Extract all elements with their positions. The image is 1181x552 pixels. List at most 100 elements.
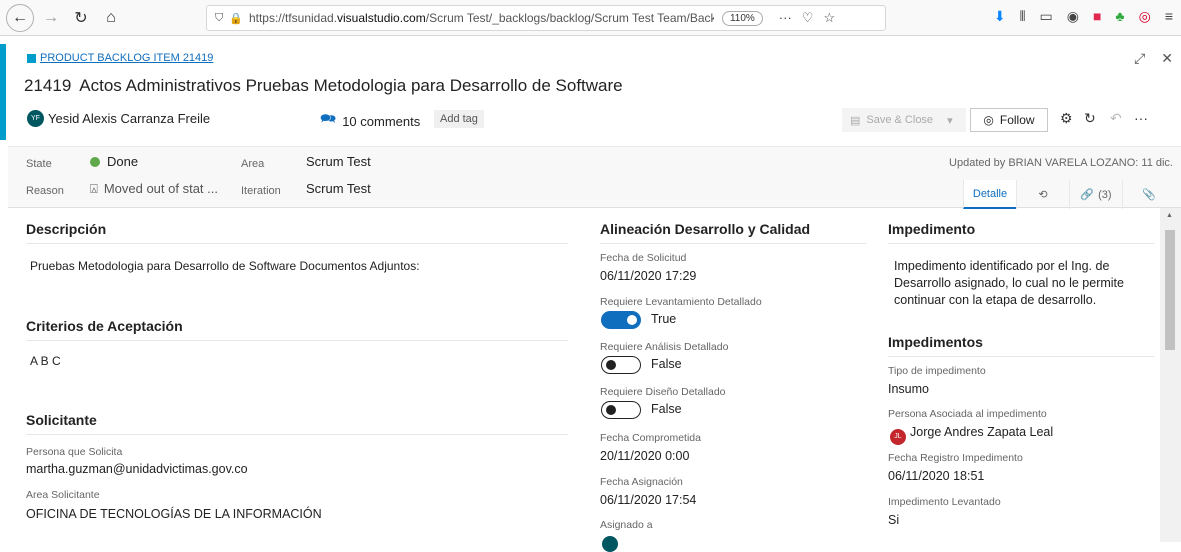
chevron-down-icon[interactable]: ▾ — [947, 114, 953, 127]
comments-link[interactable]: 🗪 10 comments — [320, 110, 420, 132]
work-item-color-bar — [0, 44, 6, 140]
requester-person-label: Persona que Solicita — [26, 446, 123, 458]
refresh-icon[interactable]: ↻ — [1084, 110, 1096, 127]
req-diseno-value: False — [651, 402, 682, 416]
iteration-label: Iteration — [241, 185, 281, 197]
extension-green-icon[interactable]: ♣ — [1115, 8, 1124, 25]
save-close-button[interactable]: ▤ Save & Close ▾ — [842, 108, 966, 132]
shield-icon[interactable]: ⛉ — [215, 12, 223, 25]
done-dot-icon — [90, 157, 100, 167]
iteration-field[interactable]: Scrum Test — [306, 181, 371, 196]
account-icon[interactable]: ◉ — [1067, 8, 1079, 25]
paperclip-icon: 📎 — [1142, 189, 1156, 201]
committed-date-label: Fecha Comprometida — [600, 432, 701, 444]
vertical-scrollbar[interactable]: ▲ — [1160, 208, 1181, 542]
scrollbar-thumb[interactable] — [1165, 230, 1175, 350]
impediment-heading: Impedimento — [888, 221, 1154, 244]
req-analisis-label: Requiere Análisis Detallado — [600, 341, 729, 353]
committed-date-field[interactable]: 20/11/2020 0:00 — [600, 449, 689, 463]
requester-area-label: Area Solicitante — [26, 489, 100, 501]
impediment-lifted-field[interactable]: Si — [888, 513, 899, 527]
menu-icon[interactable]: ≡ — [1165, 8, 1173, 25]
library-icon[interactable]: ⫴ — [1020, 8, 1026, 25]
tab-history[interactable]: ⟲ — [1016, 180, 1069, 209]
assigned-avatar — [602, 536, 618, 552]
bookmark-star-icon[interactable]: ☆ — [823, 10, 835, 26]
work-item-title[interactable]: 21419 Actos Administrativos Pruebas Metod… — [24, 76, 623, 96]
extension-pink-icon[interactable]: ■ — [1093, 8, 1101, 25]
description-heading: Descripción — [26, 221, 568, 244]
url-text[interactable]: https://tfsunidad.visualstudio.com/Scrum… — [249, 11, 714, 25]
eye-icon: ◎ — [983, 113, 994, 127]
comment-icon: 🗪 — [320, 111, 337, 126]
assigned-to-label: Asignado a — [600, 519, 653, 531]
impediment-person-label: Persona Asociada al impedimento — [888, 408, 1047, 420]
state-label: State — [26, 158, 52, 170]
home-icon[interactable]: ⌂ — [98, 5, 124, 31]
requester-heading: Solicitante — [26, 412, 568, 435]
lock-icon[interactable]: 🔒 — [229, 12, 243, 25]
avatar: JL — [890, 428, 906, 445]
request-date-field[interactable]: 06/11/2020 17:29 — [600, 269, 696, 283]
reason-label: Reason — [26, 185, 64, 197]
req-levantamiento-value: True — [651, 312, 677, 326]
pocket-icon[interactable]: ♡ — [802, 10, 814, 26]
state-bar: State Done Reason ⍓ Moved out of stat ...… — [8, 146, 1181, 209]
extension-red-icon[interactable]: ◎ — [1139, 8, 1151, 25]
zoom-badge[interactable]: 110% — [721, 10, 763, 26]
criteria-heading: Criterios de Aceptación — [26, 318, 568, 341]
impediments-heading: Impedimentos — [888, 334, 1154, 357]
impediment-type-label: Tipo de impedimento — [888, 365, 986, 377]
add-tag-button[interactable]: Add tag — [434, 110, 484, 128]
req-levantamiento-label: Requiere Levantamiento Detallado — [600, 296, 762, 308]
impediment-type-field[interactable]: Insumo — [888, 382, 929, 396]
assigned-to-field[interactable]: YF Yesid Alexis Carranza Freile — [27, 110, 210, 127]
state-field[interactable]: Done — [90, 154, 138, 169]
reload-button[interactable]: ↻ — [68, 5, 94, 31]
scroll-up-icon[interactable]: ▲ — [1166, 212, 1173, 219]
tab-detalle[interactable]: Detalle — [963, 180, 1016, 209]
download-icon[interactable]: ⬇ — [994, 8, 1006, 25]
undo-icon[interactable]: ↶ — [1110, 110, 1122, 127]
follow-button[interactable]: ◎ Follow — [970, 108, 1048, 132]
impediment-person-field[interactable]: JL Jorge Andres Zapata Leal — [890, 425, 1053, 445]
request-date-label: Fecha de Solicitud — [600, 252, 687, 264]
description-field[interactable]: Pruebas Metodologia para Desarrollo de S… — [30, 258, 570, 275]
area-field[interactable]: Scrum Test — [306, 154, 371, 169]
browser-toolbar: ← → ↻ ⌂ ⛉ 🔒 https://tfsunidad.visualstud… — [0, 0, 1181, 36]
req-analisis-value: False — [651, 357, 682, 371]
history-icon: ⟲ — [1038, 189, 1048, 201]
criteria-field[interactable]: A B C — [30, 353, 61, 370]
req-diseno-toggle[interactable] — [601, 401, 641, 419]
lock-outline-icon: ⍓ — [90, 181, 98, 196]
alignment-heading: Alineación Desarrollo y Calidad — [600, 221, 866, 244]
tab-attachments[interactable]: 📎 — [1122, 180, 1175, 209]
assign-date-field[interactable]: 06/11/2020 17:54 — [600, 493, 696, 507]
back-button[interactable]: ← — [6, 3, 34, 32]
work-item-type-link[interactable]: PRODUCT BACKLOG ITEM 21419 — [27, 52, 213, 64]
assign-date-label: Fecha Asignación — [600, 476, 683, 488]
more-actions-icon[interactable]: ··· — [1134, 110, 1148, 126]
forward-button[interactable]: → — [38, 5, 64, 31]
area-label: Area — [241, 158, 265, 170]
backlog-item-icon — [27, 53, 36, 63]
url-bar[interactable]: ⛉ 🔒 https://tfsunidad.visualstudio.com/S… — [206, 5, 886, 31]
link-icon: 🔗 — [1080, 189, 1095, 201]
requester-area-field[interactable]: OFICINA DE TECNOLOGÍAS DE LA INFORMACIÓN — [26, 507, 322, 521]
impediment-field[interactable]: Impedimento identificado por el Ing. de … — [894, 258, 1156, 309]
reason-field[interactable]: ⍓ Moved out of stat ... — [90, 181, 218, 197]
req-levantamiento-toggle[interactable] — [601, 311, 641, 329]
gear-icon[interactable]: ⚙ — [1060, 110, 1073, 127]
avatar: YF — [27, 110, 44, 127]
save-icon: ▤ — [850, 114, 861, 127]
close-icon[interactable]: ✕ — [1161, 50, 1173, 67]
tab-links[interactable]: 🔗 (3) — [1069, 180, 1122, 209]
requester-person-field[interactable]: martha.guzman@unidadvictimas.gov.co — [26, 462, 248, 476]
req-analisis-toggle[interactable] — [601, 356, 641, 374]
sidebar-icon[interactable]: ▭ — [1040, 8, 1053, 25]
page-actions-icon[interactable]: ··· — [779, 10, 792, 26]
updated-by-text[interactable]: Updated by BRIAN VARELA LOZANO: 11 dic. — [949, 157, 1173, 169]
expand-icon[interactable]: ⤢ — [1134, 50, 1145, 67]
req-diseno-label: Requiere Diseño Detallado — [600, 386, 726, 398]
impediment-date-field[interactable]: 06/11/2020 18:51 — [888, 469, 984, 483]
